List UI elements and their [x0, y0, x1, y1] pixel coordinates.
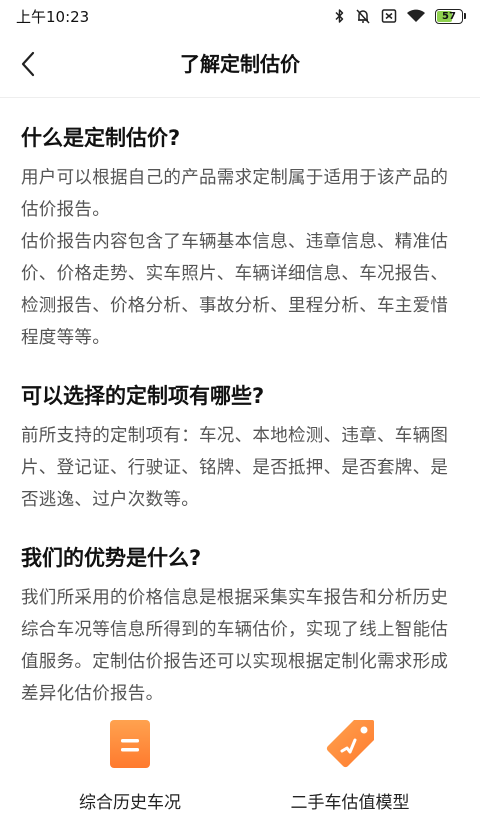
section-title-what-is: 什么是定制估价? [21, 126, 181, 150]
chevron-left-icon [21, 51, 35, 77]
status-bar: 上午10:23 57 [0, 0, 480, 32]
document-icon [110, 720, 150, 768]
price-tag-icon [326, 720, 374, 768]
feature-history-condition[interactable]: 综合历史车况 [50, 716, 210, 813]
section-title-advantages: 我们的优势是什么? [21, 546, 202, 570]
wifi-icon [407, 9, 425, 22]
page-title: 了解定制估价 [180, 52, 300, 76]
battery-icon: 57 [435, 8, 466, 24]
feature-label: 二手车估值模型 [290, 793, 410, 813]
section-title-options: 可以选择的定制项有哪些? [21, 384, 265, 408]
navigation-bar: 了解定制估价 [0, 32, 480, 98]
battery-level: 57 [442, 10, 456, 22]
no-sim-icon [381, 9, 397, 23]
section-paragraph: 前所支持的定制项有：车况、本地检测、违章、车辆图片、登记证、行驶证、铭牌、是否抵… [21, 426, 449, 510]
status-icons: 57 [334, 7, 466, 25]
mute-bell-icon [356, 9, 370, 24]
bluetooth-icon [335, 9, 344, 23]
feature-label: 综合历史车况 [79, 793, 181, 813]
status-time: 上午10:23 [16, 7, 90, 26]
feature-row: 综合历史车况 二手车估值模型 [0, 716, 480, 813]
feature-valuation-model[interactable]: 二手车估值模型 [270, 716, 430, 813]
back-button[interactable] [8, 42, 48, 86]
section-paragraph: 估价报告内容包含了车辆基本信息、违章信息、精准估价、价格走势、实车照片、车辆详细… [21, 232, 449, 348]
section-paragraph: 我们所采用的价格信息是根据采集实车报告和分析历史综合车况等信息所得到的车辆估价，… [21, 588, 449, 704]
section-paragraph: 用户可以根据自己的产品需求定制属于适用于该产品的估价报告。 [21, 168, 449, 220]
content-area: 什么是定制估价? 用户可以根据自己的产品需求定制属于适用于该产品的估价报告。 估… [21, 98, 461, 710]
